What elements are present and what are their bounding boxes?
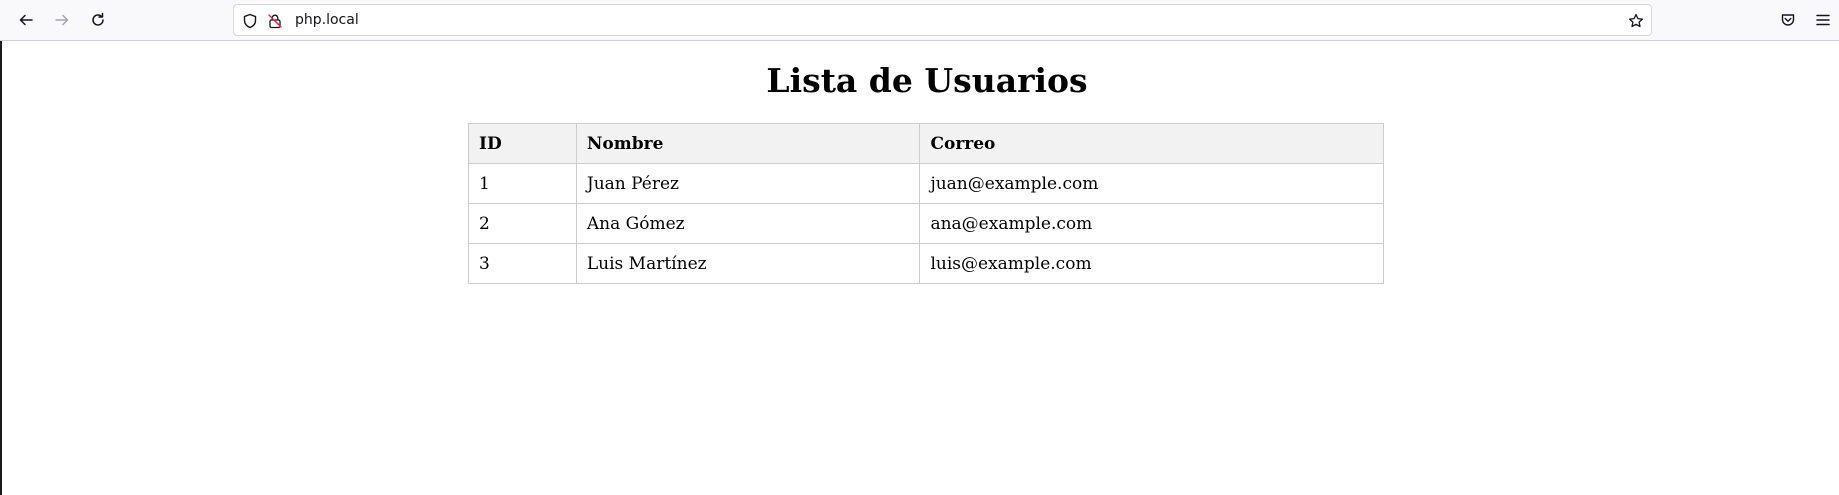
- reload-icon: [92, 12, 104, 26]
- table-header-row: ID Nombre Correo: [468, 123, 1384, 164]
- page-title: Lista de Usuarios: [766, 61, 1088, 100]
- header-nombre: Nombre: [575, 123, 921, 164]
- cell-correo: ana@example.com: [919, 203, 1384, 244]
- page-content: Lista de Usuarios ID Nombre Correo 1 Jua…: [2, 41, 1839, 495]
- forward-button[interactable]: [47, 5, 77, 35]
- arrow-right-icon: [55, 14, 69, 26]
- shield-icon: [243, 13, 257, 29]
- cell-nombre: Luis Martínez: [575, 243, 921, 284]
- cell-nombre: Ana Gómez: [575, 203, 921, 244]
- bookmark-button[interactable]: [1627, 12, 1645, 30]
- site-security-button[interactable]: [266, 12, 284, 30]
- cell-id: 1: [468, 163, 577, 204]
- header-id: ID: [468, 123, 577, 164]
- browser-toolbar: php.local: [0, 0, 1839, 41]
- star-icon: [1628, 13, 1644, 28]
- pocket-button[interactable]: [1773, 5, 1803, 35]
- header-correo: Correo: [919, 123, 1384, 164]
- arrow-left-icon: [19, 14, 33, 26]
- cell-id: 2: [468, 203, 577, 244]
- hamburger-menu-icon: [1816, 14, 1830, 26]
- pocket-icon: [1781, 14, 1795, 26]
- table-row: 3 Luis Martínez luis@example.com: [468, 243, 1384, 284]
- insecure-lock-icon: [268, 14, 282, 29]
- back-button[interactable]: [11, 5, 41, 35]
- address-bar[interactable]: php.local: [233, 4, 1652, 36]
- table-row: 1 Juan Pérez juan@example.com: [468, 163, 1384, 204]
- url-text[interactable]: php.local: [295, 5, 359, 35]
- cell-correo: luis@example.com: [919, 243, 1384, 284]
- app-menu-button[interactable]: [1808, 5, 1838, 35]
- reload-button[interactable]: [83, 5, 113, 35]
- tracking-protection-button[interactable]: [241, 12, 259, 30]
- cell-id: 3: [468, 243, 577, 284]
- cell-nombre: Juan Pérez: [575, 163, 921, 204]
- users-table: ID Nombre Correo 1 Juan Pérez juan@examp…: [468, 123, 1384, 284]
- cell-correo: juan@example.com: [919, 163, 1384, 204]
- table-row: 2 Ana Gómez ana@example.com: [468, 203, 1384, 244]
